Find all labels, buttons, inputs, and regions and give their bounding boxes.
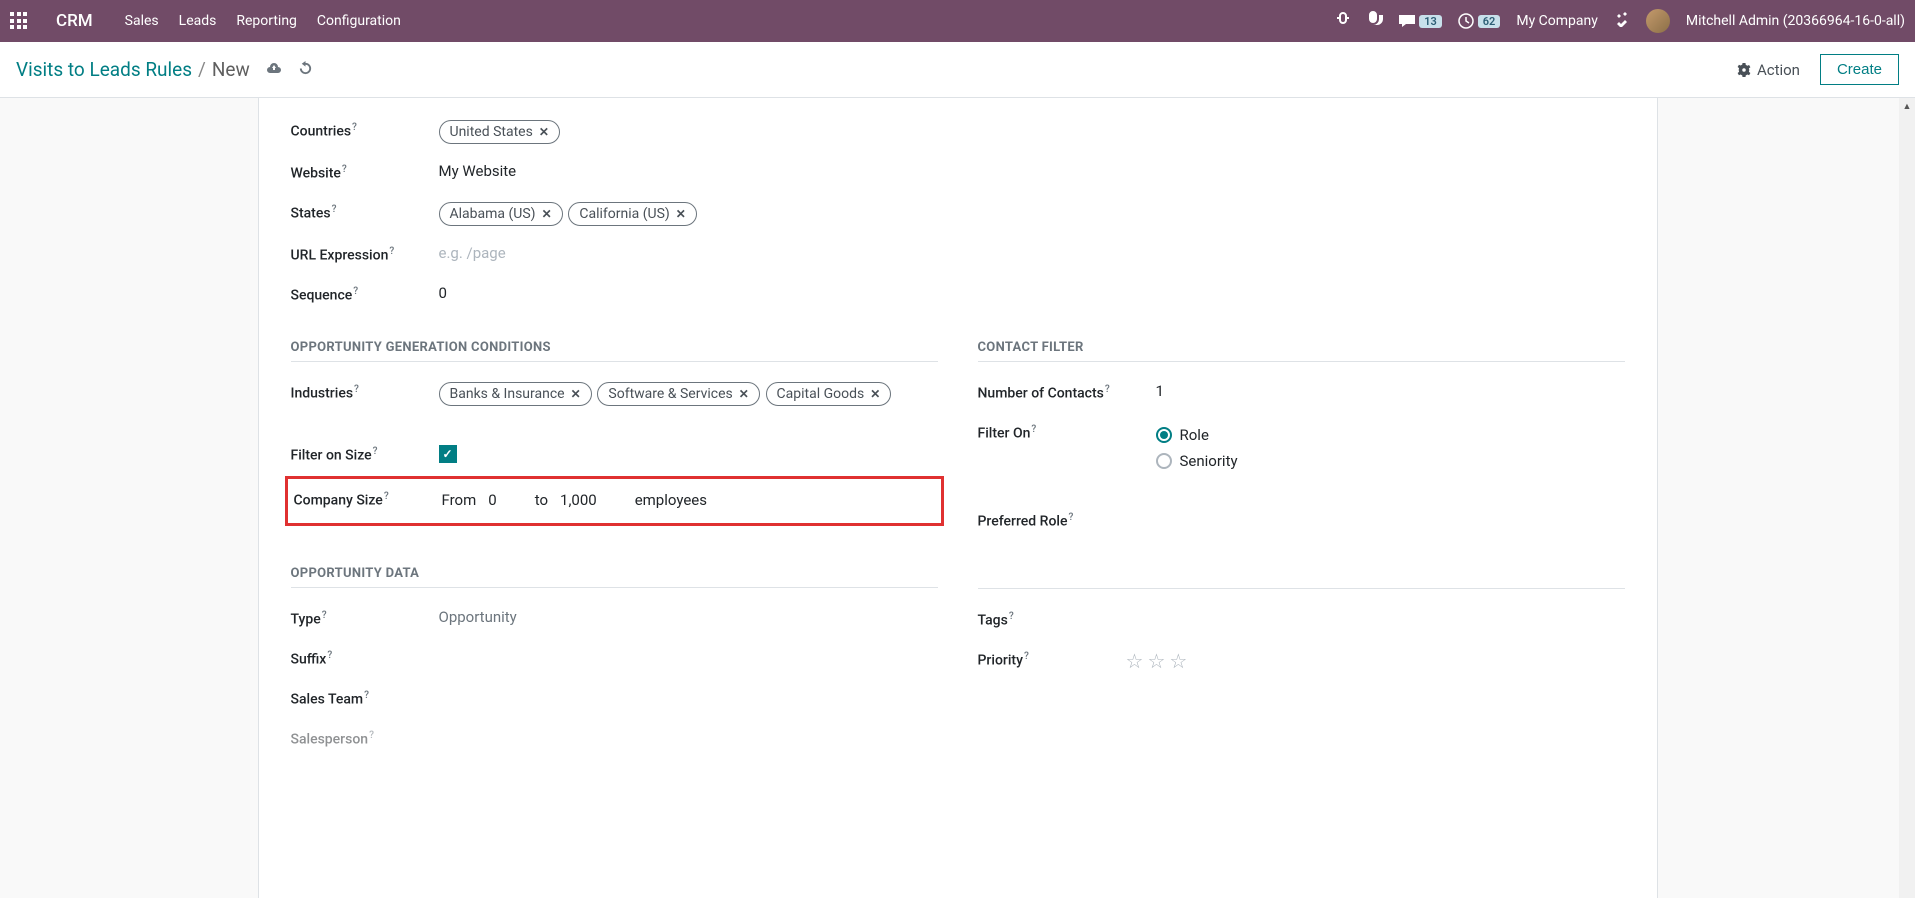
tags-field[interactable] [1126, 605, 1625, 609]
type-field[interactable]: Opportunity [439, 604, 938, 626]
tag-industry[interactable]: Software & Services✕ [597, 382, 759, 406]
website-field[interactable]: My Website [439, 158, 938, 180]
salesperson-label: Salesperson? [291, 724, 439, 748]
messages-count: 13 [1419, 15, 1442, 28]
scroll-up-icon[interactable]: ▲ [1899, 98, 1915, 114]
company-size-label: Company Size? [294, 487, 442, 509]
star-icon[interactable]: ☆ [1147, 649, 1165, 673]
user-avatar[interactable] [1646, 9, 1670, 33]
filter-size-label: Filter on Size? [291, 440, 439, 464]
states-field[interactable]: Alabama (US)✕ California (US)✕ [439, 198, 938, 228]
size-to-input[interactable]: 1,000 [560, 491, 597, 509]
support-icon[interactable] [1367, 11, 1383, 31]
radio-seniority[interactable]: Seniority [1156, 448, 1625, 474]
activities-count: 62 [1478, 15, 1501, 28]
suffix-field[interactable] [439, 644, 938, 648]
create-button[interactable]: Create [1820, 54, 1899, 85]
radio-role[interactable]: Role [1156, 422, 1625, 448]
tools-icon[interactable] [1614, 11, 1630, 31]
close-icon[interactable]: ✕ [739, 387, 749, 401]
preferred-role-field[interactable] [1156, 506, 1625, 510]
discard-icon[interactable] [298, 60, 313, 79]
size-to-text: to [535, 491, 548, 509]
size-from-text: From [442, 491, 477, 509]
suffix-label: Suffix? [291, 644, 439, 668]
activities-icon[interactable]: 62 [1458, 13, 1501, 29]
type-label: Type? [291, 604, 439, 628]
sales-team-field[interactable] [439, 684, 938, 688]
close-icon[interactable]: ✕ [676, 207, 686, 221]
section-opp-data: OPPORTUNITY DATA [291, 566, 938, 588]
tag-country[interactable]: United States✕ [439, 120, 560, 144]
section-contact-filter: CONTACT FILTER [978, 340, 1625, 362]
close-icon[interactable]: ✕ [870, 387, 880, 401]
star-icon[interactable]: ☆ [1126, 649, 1144, 673]
section-conditions: OPPORTUNITY GENERATION CONDITIONS [291, 340, 938, 362]
tags-label: Tags? [978, 605, 1126, 629]
size-from-input[interactable]: 0 [488, 491, 496, 509]
company-name[interactable]: My Company [1516, 13, 1598, 29]
states-label: States? [291, 198, 439, 222]
sales-team-label: Sales Team? [291, 684, 439, 708]
num-contacts-field[interactable]: 1 [1156, 378, 1625, 400]
nav-configuration[interactable]: Configuration [317, 13, 401, 29]
industries-field[interactable]: Banks & Insurance✕ Software & Services✕ … [439, 378, 938, 408]
tag-industry[interactable]: Capital Goods✕ [766, 382, 892, 406]
countries-label: Countries? [291, 116, 439, 140]
priority-label: Priority? [978, 645, 1126, 669]
sequence-field[interactable]: 0 [439, 280, 938, 302]
sequence-label: Sequence? [291, 280, 439, 304]
action-button[interactable]: Action [1737, 61, 1800, 79]
url-expression-field[interactable]: e.g. /page [439, 240, 938, 262]
priority-stars[interactable]: ☆ ☆ ☆ [1126, 645, 1625, 673]
tag-state[interactable]: Alabama (US)✕ [439, 202, 563, 226]
filter-size-checkbox[interactable]: ✓ [439, 445, 457, 463]
nav-reporting[interactable]: Reporting [236, 13, 297, 29]
app-brand[interactable]: CRM [56, 11, 93, 31]
url-expression-label: URL Expression? [291, 240, 439, 264]
nav-sales[interactable]: Sales [125, 13, 159, 29]
highlight-box: Company Size? From 0 to 1,000 employees [285, 476, 944, 526]
close-icon[interactable]: ✕ [539, 125, 549, 139]
countries-field[interactable]: United States✕ [439, 116, 938, 146]
cloud-save-icon[interactable] [266, 61, 282, 79]
form-sheet: Countries? United States✕ Website? My We… [258, 98, 1658, 898]
preferred-role-label: Preferred Role? [978, 506, 1156, 530]
tag-state[interactable]: California (US)✕ [568, 202, 696, 226]
top-navbar: CRM Sales Leads Reporting Configuration … [0, 0, 1915, 42]
close-icon[interactable]: ✕ [542, 207, 552, 221]
star-icon[interactable]: ☆ [1169, 649, 1187, 673]
filter-on-label: Filter On? [978, 418, 1156, 442]
scrollbar[interactable]: ▲ [1899, 98, 1915, 898]
nav-leads[interactable]: Leads [179, 13, 217, 29]
num-contacts-label: Number of Contacts? [978, 378, 1156, 402]
bug-icon[interactable] [1335, 11, 1351, 31]
breadcrumb-current: New [212, 58, 250, 81]
breadcrumb-bar: Visits to Leads Rules / New Action Creat… [0, 42, 1915, 98]
breadcrumb-separator: / [198, 58, 206, 81]
close-icon[interactable]: ✕ [571, 387, 581, 401]
apps-grid-icon[interactable] [10, 12, 28, 30]
user-name[interactable]: Mitchell Admin (20366964-16-0-all) [1686, 13, 1905, 29]
messages-icon[interactable]: 13 [1399, 13, 1442, 29]
tag-industry[interactable]: Banks & Insurance✕ [439, 382, 592, 406]
industries-label: Industries? [291, 378, 439, 402]
website-label: Website? [291, 158, 439, 182]
size-unit: employees [635, 491, 707, 509]
breadcrumb-parent[interactable]: Visits to Leads Rules [16, 58, 192, 81]
